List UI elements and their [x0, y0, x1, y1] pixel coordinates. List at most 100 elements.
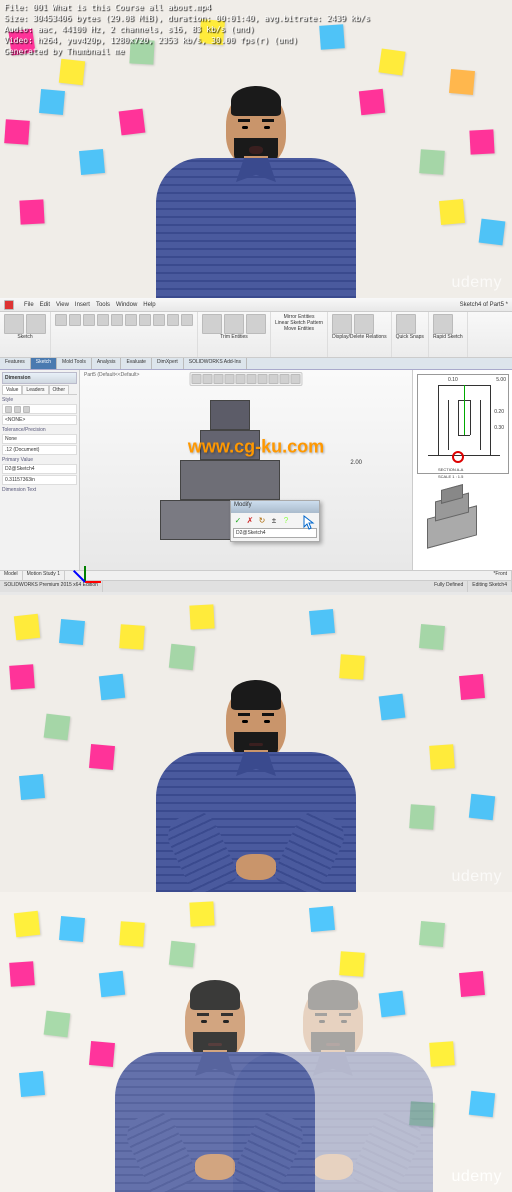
style-label: Style: [2, 397, 77, 403]
solidworks-logo-icon: [4, 300, 14, 310]
primary-value-input[interactable]: 0.31157363in: [2, 475, 77, 485]
meta-size: Size: 30453406 bytes (29.08 MiB), durati…: [4, 13, 370, 24]
video-frame-3: udemy: [0, 595, 512, 892]
document-title: Sketch4 of Part5 *: [460, 302, 508, 308]
style-icon[interactable]: [23, 406, 30, 413]
breadcrumb: Part5 (Default<<Default>: [84, 372, 139, 378]
sketch-icon[interactable]: [4, 314, 24, 334]
dim-020: 0.20: [494, 409, 504, 415]
style-icon[interactable]: [14, 406, 21, 413]
bottom-tab-model[interactable]: Model: [0, 571, 23, 580]
meta-audio: Audio: aac, 44100 Hz, 2 channels, s16, 8…: [4, 24, 370, 35]
ribbon-rapid: Rapid Sketch: [433, 334, 463, 340]
line-icon[interactable]: [55, 314, 67, 326]
quicksnaps-icon[interactable]: [396, 314, 416, 334]
subtab-value[interactable]: Value: [2, 385, 22, 394]
udemy-logo: udemy: [451, 868, 502, 886]
style-icon[interactable]: [5, 406, 12, 413]
meta-gen: Generated by Thumbnail me: [4, 46, 370, 57]
isometric-preview: [417, 482, 487, 552]
status-defined: Fully Defined: [430, 581, 468, 592]
dimension-label[interactable]: 2.00: [350, 460, 362, 466]
title-bar: File Edit View Insert Tools Window Help …: [0, 298, 512, 312]
meta-video: Video: h264, yuv420p, 1280x720, 2353 kb/…: [4, 35, 370, 46]
text-icon[interactable]: [167, 314, 179, 326]
udemy-logo: udemy: [451, 274, 502, 292]
status-editing: Editing Sketch4: [468, 581, 512, 592]
view-icon[interactable]: [280, 374, 290, 384]
solidworks-window: File Edit View Insert Tools Window Help …: [0, 298, 512, 595]
menu-file[interactable]: File: [24, 302, 34, 308]
rebuild-icon[interactable]: ↻: [257, 515, 267, 525]
property-panel: Dimension Value Leaders Other Style <NON…: [0, 370, 80, 570]
relations-icon[interactable]: [332, 314, 352, 334]
circle-icon[interactable]: [83, 314, 95, 326]
arc-icon[interactable]: [97, 314, 109, 326]
flip-icon[interactable]: ±: [269, 515, 279, 525]
convert-icon[interactable]: [224, 314, 244, 334]
ribbon-relations: Display/Delete Relations: [332, 334, 386, 340]
tab-sketch[interactable]: Sketch: [31, 358, 57, 369]
dim-500: 5.00: [496, 377, 506, 383]
tab-dimxpert[interactable]: DimXpert: [152, 358, 184, 369]
view-icon[interactable]: [203, 374, 213, 384]
trim-icon[interactable]: [202, 314, 222, 334]
ribbon-quick: Quick Snaps: [396, 334, 424, 340]
section-caption: SECTION A-A: [438, 467, 463, 472]
command-tabs: Features Sketch Mold Tools Analysis Eval…: [0, 358, 512, 370]
bottom-tab-motion[interactable]: Motion Study 1: [23, 571, 65, 580]
menu-window[interactable]: Window: [116, 302, 137, 308]
view-icon[interactable]: [236, 374, 246, 384]
rect-icon[interactable]: [69, 314, 81, 326]
ribbon-move[interactable]: Move Entities: [284, 326, 314, 332]
offset-icon[interactable]: [246, 314, 266, 334]
style-dropdown[interactable]: <NONE>: [2, 415, 77, 425]
tab-features[interactable]: Features: [0, 358, 31, 369]
ok-icon[interactable]: ✓: [233, 515, 243, 525]
view-icon[interactable]: [291, 374, 301, 384]
modify-input[interactable]: D2@Sketch4: [233, 528, 317, 538]
slot-icon[interactable]: [139, 314, 151, 326]
menu-help[interactable]: Help: [143, 302, 155, 308]
view-icon[interactable]: [192, 374, 202, 384]
help-icon[interactable]: ?: [281, 515, 291, 525]
menu-view[interactable]: View: [56, 302, 69, 308]
poly-icon[interactable]: [125, 314, 137, 326]
modify-dialog: Modify ✓ ✗ ↻ ± ? D2@Sketch4: [230, 500, 320, 542]
section-drawing: 0.10 5.00 0.20 0.30 SECTION A-A SCALE 1 …: [417, 374, 509, 474]
view-toolbar: [190, 372, 303, 386]
tab-mold[interactable]: Mold Tools: [57, 358, 92, 369]
video-metadata-overlay: File: 001 What is this Course all about.…: [0, 0, 374, 59]
cancel-icon[interactable]: ✗: [245, 515, 255, 525]
point-icon[interactable]: [181, 314, 193, 326]
viewport[interactable]: Part5 (Default<<Default> 2.00 Modify ✓ ✗…: [80, 370, 412, 570]
view-icon[interactable]: [269, 374, 279, 384]
menu-edit[interactable]: Edit: [40, 302, 50, 308]
subtab-leaders[interactable]: Leaders: [22, 385, 48, 394]
menu-tools[interactable]: Tools: [96, 302, 110, 308]
rapidsketch-icon[interactable]: [433, 314, 453, 334]
fillet-icon[interactable]: [153, 314, 165, 326]
tab-addins[interactable]: SOLIDWORKS Add-Ins: [184, 358, 247, 369]
panel-heading: Dimension: [2, 372, 77, 384]
view-icon[interactable]: [225, 374, 235, 384]
tol-label: Tolerance/Precision: [2, 427, 77, 433]
spline-icon[interactable]: [111, 314, 123, 326]
smart-dimension-icon[interactable]: [26, 314, 46, 334]
view-icon[interactable]: [247, 374, 257, 384]
tab-evaluate[interactable]: Evaluate: [121, 358, 151, 369]
menu-insert[interactable]: Insert: [75, 302, 90, 308]
tab-analysis[interactable]: Analysis: [92, 358, 122, 369]
primary-name-input[interactable]: D2@Sketch4: [2, 464, 77, 474]
udemy-logo: udemy: [451, 1168, 502, 1186]
scale-caption: SCALE 1 : 1.5: [438, 474, 463, 479]
repair-icon[interactable]: [354, 314, 374, 334]
view-icon[interactable]: [214, 374, 224, 384]
tol-dropdown-2[interactable]: .12 (Document): [2, 445, 77, 455]
presenter-figure: [156, 685, 356, 892]
tol-dropdown-1[interactable]: None: [2, 434, 77, 444]
presenter-figure: [156, 91, 356, 298]
video-frame-4: udemy: [0, 892, 512, 1192]
view-icon[interactable]: [258, 374, 268, 384]
subtab-other[interactable]: Other: [49, 385, 70, 394]
